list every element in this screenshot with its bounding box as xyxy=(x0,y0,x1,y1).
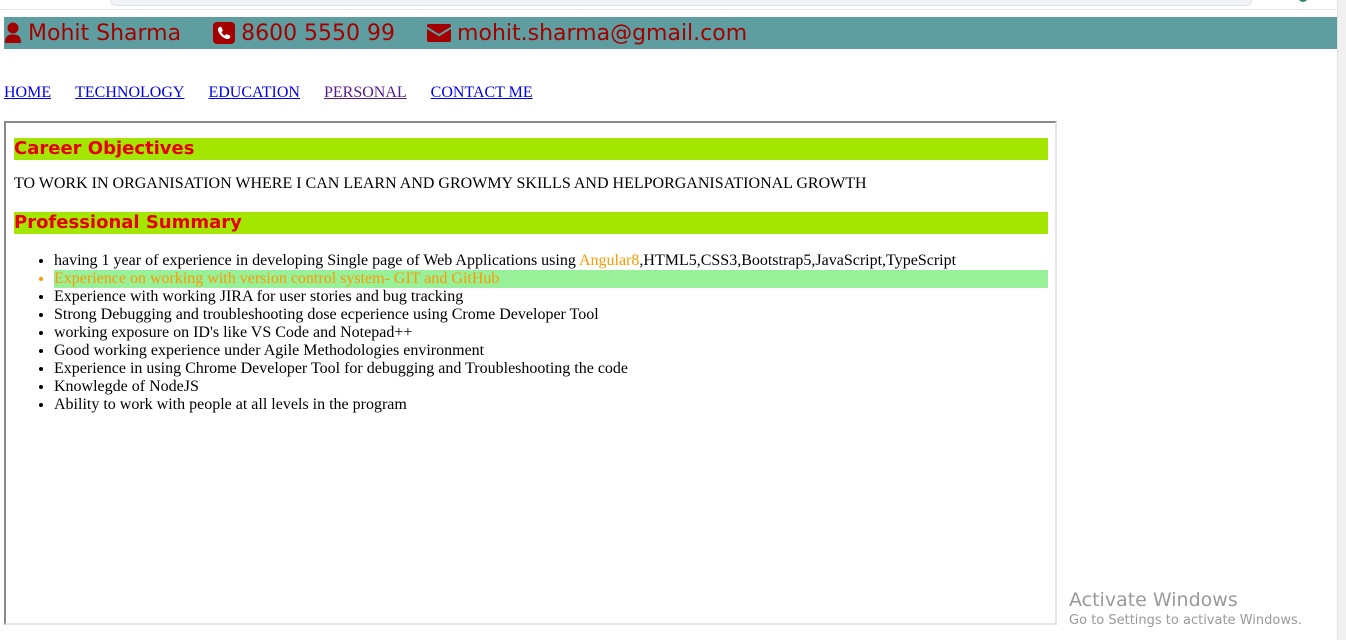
list-item: Experience in using Chrome Developer Too… xyxy=(54,360,1048,378)
watermark-subtitle: Go to Settings to activate Windows. xyxy=(1069,613,1302,628)
nav-education[interactable]: EDUCATION xyxy=(208,84,300,101)
phone-icon xyxy=(213,22,241,44)
contact-name: Mohit Sharma xyxy=(4,21,181,46)
contact-bar: Mohit Sharma 8600 5550 99 mohit.sharma@g… xyxy=(4,17,1337,49)
user-icon xyxy=(4,22,28,44)
watermark-title: Activate Windows xyxy=(1069,589,1238,611)
scrollbar[interactable] xyxy=(1337,0,1346,640)
accent-text: Angular8 xyxy=(578,252,640,269)
profile-indicator[interactable] xyxy=(1298,0,1308,2)
list-item-text: ,HTML5,CSS3,Bootstrap5,JavaScript,TypeSc… xyxy=(639,252,957,269)
list-item-text: having 1 year of experience in developin… xyxy=(54,252,579,269)
envelope-icon xyxy=(427,24,457,42)
professional-summary-heading: Professional Summary xyxy=(14,212,1048,234)
contact-phone-text: 8600 5550 99 xyxy=(241,20,396,46)
career-objectives-heading: Career Objectives xyxy=(14,138,1048,160)
summary-list: having 1 year of experience in developin… xyxy=(14,252,1048,414)
address-bar[interactable] xyxy=(110,0,1252,6)
list-item: Strong Debugging and troubleshooting dos… xyxy=(54,306,1048,324)
contact-phone: 8600 5550 99 xyxy=(213,21,395,46)
nav-contact-me[interactable]: CONTACT ME xyxy=(431,84,533,101)
list-item: having 1 year of experience in developin… xyxy=(54,252,1048,270)
list-item: working exposure on ID's like VS Code an… xyxy=(54,324,1048,342)
activation-watermark: Activate Windows Go to Settings to activ… xyxy=(1069,589,1302,630)
nav-personal[interactable]: PERSONAL xyxy=(324,84,407,101)
nav-home[interactable]: HOME xyxy=(4,84,51,101)
content-panel: Career Objectives TO WORK IN ORGANISATIO… xyxy=(4,121,1057,625)
browser-chrome-strip xyxy=(0,0,1346,10)
list-item: Ability to work with people at all level… xyxy=(54,396,1048,414)
list-item: Knowlegde of NodeJS xyxy=(54,378,1048,396)
main-nav: HOME TECHNOLOGY EDUCATION PERSONAL CONTACT M… xyxy=(4,84,557,102)
list-item: Good working experience under Agile Meth… xyxy=(54,342,1048,360)
nav-technology[interactable]: TECHNOLOGY xyxy=(75,84,184,101)
list-item-highlighted: Experience on working with version contr… xyxy=(54,270,1048,288)
career-objective-text: TO WORK IN ORGANISATION WHERE I CAN LEAR… xyxy=(14,175,867,192)
contact-email: mohit.sharma@gmail.com xyxy=(427,21,747,46)
list-item: Experience with working JIRA for user st… xyxy=(54,288,1048,306)
contact-email-text: mohit.sharma@gmail.com xyxy=(457,20,748,46)
contact-name-text: Mohit Sharma xyxy=(28,20,182,46)
